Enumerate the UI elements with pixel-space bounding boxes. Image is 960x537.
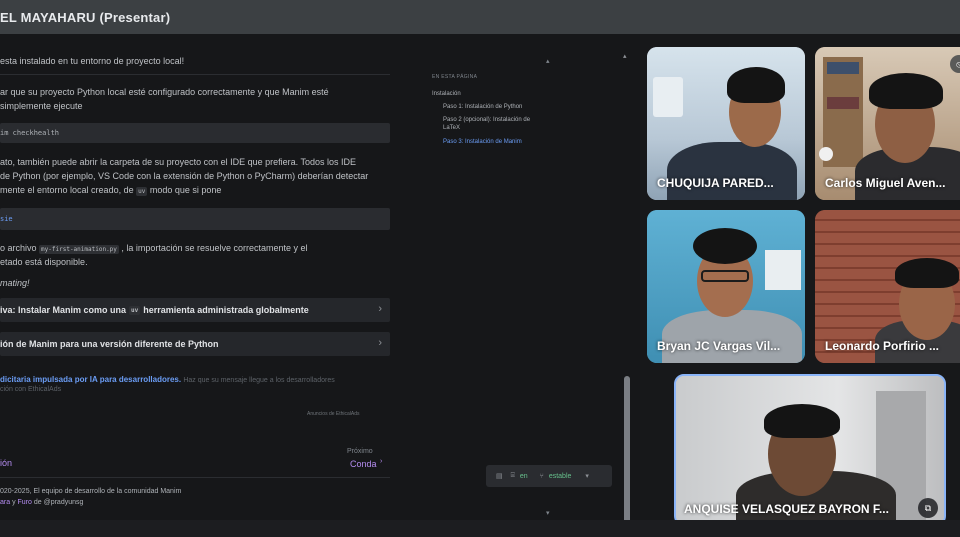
chevron-down-icon[interactable]: ▾ — [546, 509, 550, 517]
next-page-caption: Próximo — [347, 448, 373, 455]
code-block-checkhealth: im checkhealth — [0, 123, 390, 143]
toc-item-latex[interactable]: Paso 2 (opcional): Instalación de — [443, 117, 530, 123]
participant-tile-speaker[interactable]: ANQUISE VELASQUEZ BAYRON F... ⧉ — [674, 374, 946, 526]
avatar-body — [662, 310, 802, 363]
chevron-right-icon: › — [378, 303, 382, 315]
doc-para3-line2: etado está disponible. — [0, 257, 88, 267]
scroll-up-icon[interactable]: ▴ — [623, 52, 627, 60]
toc-header: EN ESTA PÁGINA — [432, 74, 478, 80]
ethical-ad[interactable]: dicitaria impulsada por IA para desarrol… — [0, 375, 335, 384]
doc-para1-line1: ar que su proyecto Python local esté con… — [0, 87, 329, 97]
doc-para1-line2: simplemente ejecute — [0, 101, 83, 111]
book-icon: ▤ — [496, 473, 503, 480]
doc-para4: mating! — [0, 278, 30, 288]
picture-in-picture-icon[interactable]: ⧉ — [918, 498, 938, 518]
chevron-right-icon: › — [378, 337, 382, 349]
doc-line-top: esta instalado en tu entorno de proyecto… — [0, 56, 185, 66]
text: o archivo — [0, 243, 37, 253]
language-label: en — [519, 472, 528, 480]
avatar-hair — [764, 404, 840, 438]
text: y — [10, 499, 18, 506]
participant-name: ANQUISE VELASQUEZ BAYRON F... — [684, 502, 889, 516]
collapsible-uv-tool[interactable]: iva: Instalar Manim como una uv herramie… — [0, 298, 390, 322]
wall-paper — [765, 250, 801, 290]
doc-content: esta instalado en tu entorno de proyecto… — [0, 34, 392, 520]
toc-item-manim[interactable]: Paso 3: Instalación de Manim — [443, 139, 522, 145]
text: , la importación se resuelve correctamen… — [121, 243, 308, 253]
footer-credits: ara y Furo de @pradyunsg — [0, 499, 83, 506]
participant-tile-4[interactable]: Leonardo Porfirio ... — [815, 210, 960, 363]
toc-item-python[interactable]: Paso 1: Instalación de Python — [443, 104, 522, 110]
doc-para2-line3: mente el entorno local creado, de uv mod… — [0, 185, 222, 196]
avatar-hair — [693, 228, 757, 264]
text: mente el entorno local creado, de — [0, 185, 134, 195]
chevron-right-icon: › — [380, 458, 383, 465]
toc-item-instalacion[interactable]: Instalación — [432, 91, 461, 97]
ad-link[interactable]: dicitaria impulsada por IA para desarrol… — [0, 375, 181, 384]
prev-page-link[interactable]: ión — [0, 458, 12, 468]
shared-screen: esta instalado en tu entorno de proyecto… — [0, 34, 640, 520]
divider — [0, 74, 390, 75]
books — [827, 62, 859, 74]
next-page-link[interactable]: Conda — [350, 459, 377, 469]
doc-para2-line2: de Python (por ejemplo, VS Code con la e… — [0, 171, 369, 181]
avatar-hair — [869, 73, 943, 109]
page-scrollbar[interactable]: ▴ ▾ — [623, 52, 631, 520]
inline-code: my-first-animation.py — [39, 245, 119, 254]
participant-tile-3[interactable]: Bryan JC Vargas Vil... — [647, 210, 805, 363]
table-of-contents: EN ESTA PÁGINA Instalación Paso 1: Insta… — [432, 74, 552, 145]
collapsible-label: ión de Manim para una versión diferente … — [0, 339, 219, 349]
ad-text: Haz que su mensaje llegue a los desarrol… — [183, 377, 335, 384]
code-block-import: sie — [0, 208, 390, 230]
participant-name: CHUQUIJA PARED... — [657, 176, 774, 190]
chevron-down-icon: ▾ — [585, 473, 589, 480]
inline-code: uv — [129, 305, 141, 315]
avatar-hair — [895, 258, 959, 288]
participant-name: Bryan JC Vargas Vil... — [657, 339, 781, 353]
scroll-thumb[interactable] — [624, 376, 630, 520]
toc-item-latex-cont[interactable]: LaTeX — [443, 125, 460, 131]
window-title: EL MAYAHARU (Presentar) — [0, 9, 171, 25]
footer-copyright: 020-2025, El equipo de desarrollo de la … — [0, 488, 182, 495]
doc-para3-line1: o archivo my-first-animation.py , la imp… — [0, 243, 308, 254]
avatar-body — [667, 142, 797, 200]
books — [827, 97, 859, 109]
doc-para2-line1: ato, también puede abrir la carpeta de s… — [0, 157, 357, 167]
meeting-bottom-bar — [0, 520, 960, 537]
branch-label: estable — [548, 472, 572, 480]
footer-link[interactable]: ara — [0, 499, 10, 506]
collapsible-label: iva: Instalar Manim como una — [0, 305, 127, 315]
footer-link-furo[interactable]: Furo — [18, 499, 32, 506]
avatar-hair — [727, 67, 785, 103]
version-selector[interactable]: ▤ ⌸ en ⑂ estable ▾ — [486, 465, 612, 487]
inline-code: uv — [136, 187, 148, 196]
text: modo que si pone — [149, 185, 222, 195]
language-icon: ⌸ — [510, 472, 515, 479]
footer-divider — [0, 477, 390, 478]
collapsible-label: herramienta administrada globalmente — [143, 305, 309, 315]
participant-tile-1[interactable]: CHUQUIJA PARED... — [647, 47, 805, 200]
participant-tile-2[interactable]: ⦸ Carlos Miguel Aven... — [815, 47, 960, 200]
ad-text-line2: ción con EthicalAds — [0, 386, 62, 393]
participant-name: Carlos Miguel Aven... — [825, 176, 946, 190]
code-text: im checkhealth — [0, 129, 60, 137]
code-text: sie — [0, 215, 13, 223]
participant-name: Leonardo Porfirio ... — [825, 339, 940, 353]
text: de @pradyunsg — [31, 499, 84, 506]
ad-attribution: Anuncios de EthicalAds — [307, 411, 360, 417]
collapsible-python-version[interactable]: ión de Manim para una versión diferente … — [0, 332, 390, 356]
wall-poster — [653, 77, 683, 117]
branch-icon: ⑂ — [539, 472, 544, 480]
wall-clock — [819, 147, 833, 161]
glasses-icon — [701, 270, 749, 282]
presentation-title-bar: EL MAYAHARU (Presentar) — [0, 0, 960, 34]
chevron-up-icon[interactable]: ▴ — [546, 57, 550, 65]
